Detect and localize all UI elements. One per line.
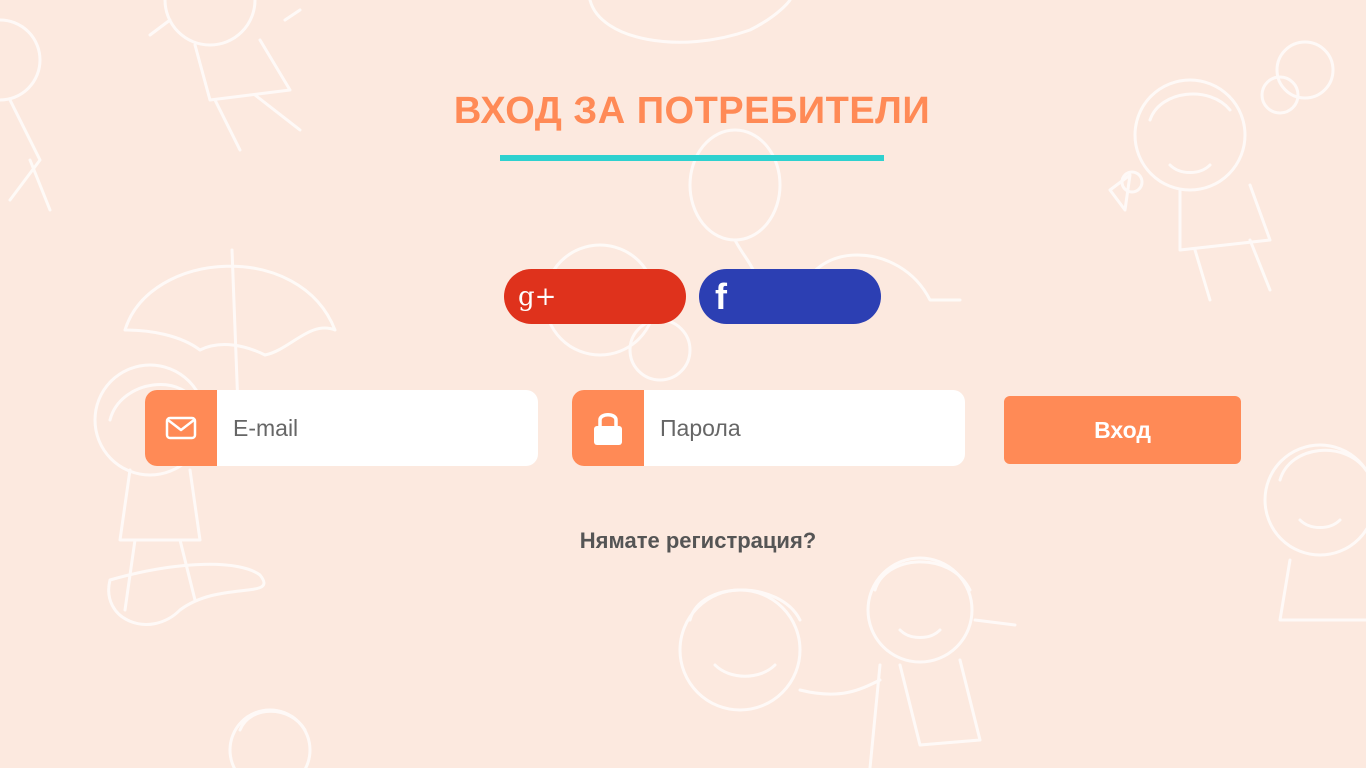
envelope-icon <box>145 390 217 466</box>
facebook-icon: f <box>715 276 727 317</box>
page-title: ВХОД ЗА ПОТРЕБИТЕЛИ <box>453 90 931 132</box>
login-button[interactable]: Вход <box>1004 396 1241 464</box>
title-underline <box>500 155 884 161</box>
email-input[interactable] <box>217 390 538 466</box>
password-input[interactable] <box>644 390 965 466</box>
lock-icon <box>572 390 644 466</box>
facebook-login-button[interactable]: f <box>699 269 881 324</box>
google-plus-icon: g+ <box>518 282 557 312</box>
register-link[interactable]: Нямате регистрация? <box>0 528 1366 554</box>
password-field-group <box>572 390 965 466</box>
email-field-group <box>145 390 538 466</box>
google-login-button[interactable]: g+ <box>504 269 686 324</box>
